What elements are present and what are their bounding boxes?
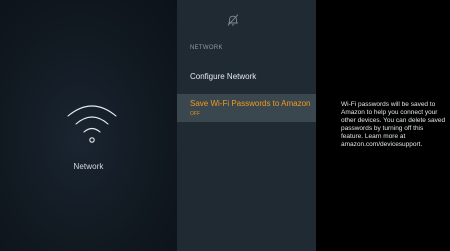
settings-menu: NETWORK Configure Network Save Wi-Fi Pas… bbox=[177, 0, 316, 251]
configure-network-label: Configure Network bbox=[190, 72, 257, 81]
save-wifi-passwords-item[interactable]: Save Wi-Fi Passwords to Amazon OFF bbox=[177, 94, 316, 122]
category-panel: Network bbox=[0, 0, 177, 251]
mute-icon bbox=[227, 14, 239, 26]
section-heading: NETWORK bbox=[190, 45, 223, 51]
wifi-icon bbox=[67, 105, 117, 143]
category-label: Network bbox=[73, 162, 104, 171]
settings-screen: Network NETWORK Configure Network Save W… bbox=[0, 0, 450, 251]
save-wifi-passwords-status: OFF bbox=[190, 111, 200, 117]
description-panel: Wi-Fi passwords will be saved to Amazon … bbox=[316, 0, 450, 251]
description-text: Wi-Fi passwords will be saved to Amazon … bbox=[341, 101, 446, 148]
save-wifi-passwords-label: Save Wi-Fi Passwords to Amazon bbox=[190, 99, 311, 108]
configure-network-item[interactable]: Configure Network bbox=[177, 66, 316, 88]
